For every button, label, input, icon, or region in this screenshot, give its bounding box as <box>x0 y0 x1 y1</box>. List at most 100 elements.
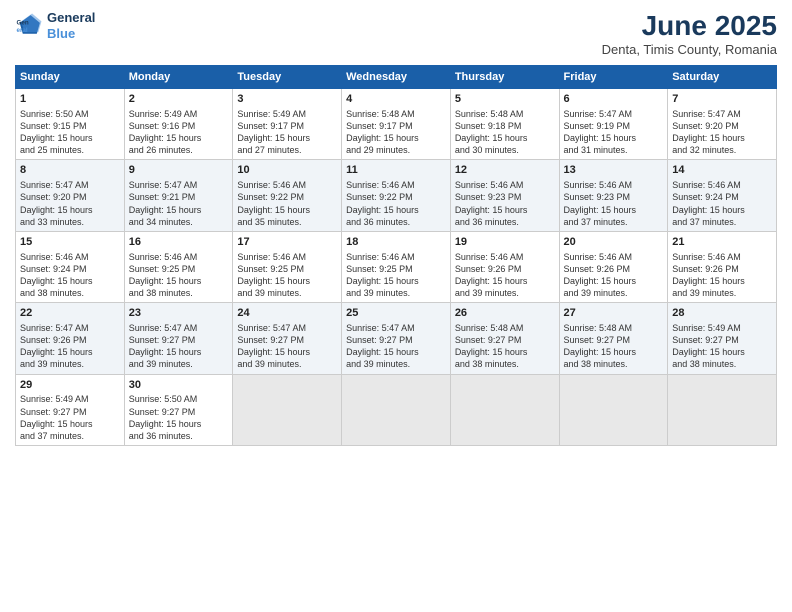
day-cell: 4Sunrise: 5:48 AMSunset: 9:17 PMDaylight… <box>342 89 451 160</box>
day-info-line: Sunrise: 5:46 AM <box>129 251 229 263</box>
day-number: 3 <box>237 92 337 107</box>
day-info-line: Sunset: 9:26 PM <box>564 263 664 275</box>
day-cell: 13Sunrise: 5:46 AMSunset: 9:23 PMDayligh… <box>559 160 668 231</box>
day-info-line: Daylight: 15 hours <box>129 275 229 287</box>
day-number: 24 <box>237 306 337 321</box>
day-info-line: and 39 minutes. <box>129 358 229 370</box>
day-number: 23 <box>129 306 229 321</box>
day-info-line: Sunrise: 5:47 AM <box>237 322 337 334</box>
day-info-line: and 36 minutes. <box>346 216 446 228</box>
day-info-line: Daylight: 15 hours <box>564 275 664 287</box>
day-info-line: Sunrise: 5:46 AM <box>237 251 337 263</box>
day-cell: 15Sunrise: 5:46 AMSunset: 9:24 PMDayligh… <box>16 231 125 302</box>
day-cell: 30Sunrise: 5:50 AMSunset: 9:27 PMDayligh… <box>124 374 233 445</box>
day-info-line: Sunrise: 5:47 AM <box>129 179 229 191</box>
day-info-line: Sunrise: 5:46 AM <box>237 179 337 191</box>
day-info-line: Sunset: 9:27 PM <box>129 334 229 346</box>
day-info-line: Sunset: 9:19 PM <box>564 120 664 132</box>
day-cell: 24Sunrise: 5:47 AMSunset: 9:27 PMDayligh… <box>233 303 342 374</box>
day-cell: 22Sunrise: 5:47 AMSunset: 9:26 PMDayligh… <box>16 303 125 374</box>
day-info-line: Daylight: 15 hours <box>129 346 229 358</box>
day-cell <box>668 374 777 445</box>
header-cell-friday: Friday <box>559 66 668 89</box>
day-info-line: Daylight: 15 hours <box>346 275 446 287</box>
day-info-line: Daylight: 15 hours <box>672 132 772 144</box>
day-info-line: Sunset: 9:17 PM <box>237 120 337 132</box>
day-info-line: Sunset: 9:25 PM <box>346 263 446 275</box>
day-info-line: Daylight: 15 hours <box>564 204 664 216</box>
day-number: 17 <box>237 235 337 250</box>
day-cell: 18Sunrise: 5:46 AMSunset: 9:25 PMDayligh… <box>342 231 451 302</box>
day-info-line: Sunset: 9:18 PM <box>455 120 555 132</box>
day-info-line: Daylight: 15 hours <box>672 275 772 287</box>
day-info-line: Sunset: 9:22 PM <box>237 191 337 203</box>
day-info-line: and 39 minutes. <box>455 287 555 299</box>
day-info-line: Sunrise: 5:47 AM <box>346 322 446 334</box>
day-cell: 16Sunrise: 5:46 AMSunset: 9:25 PMDayligh… <box>124 231 233 302</box>
day-info-line: Sunrise: 5:46 AM <box>672 251 772 263</box>
day-info-line: Sunset: 9:27 PM <box>672 334 772 346</box>
day-info-line: Sunset: 9:25 PM <box>129 263 229 275</box>
day-cell: 8Sunrise: 5:47 AMSunset: 9:20 PMDaylight… <box>16 160 125 231</box>
day-info-line: and 38 minutes. <box>455 358 555 370</box>
day-number: 27 <box>564 306 664 321</box>
header-cell-wednesday: Wednesday <box>342 66 451 89</box>
day-number: 1 <box>20 92 120 107</box>
day-cell <box>450 374 559 445</box>
day-info-line: and 34 minutes. <box>129 216 229 228</box>
day-info-line: Daylight: 15 hours <box>455 346 555 358</box>
day-number: 19 <box>455 235 555 250</box>
header-cell-thursday: Thursday <box>450 66 559 89</box>
day-info-line: Sunset: 9:26 PM <box>672 263 772 275</box>
day-info-line: and 35 minutes. <box>237 216 337 228</box>
day-info-line: Sunrise: 5:46 AM <box>564 251 664 263</box>
header-cell-tuesday: Tuesday <box>233 66 342 89</box>
day-info-line: Sunset: 9:27 PM <box>346 334 446 346</box>
week-row-1: 1Sunrise: 5:50 AMSunset: 9:15 PMDaylight… <box>16 89 777 160</box>
subtitle: Denta, Timis County, Romania <box>602 42 777 57</box>
day-cell: 7Sunrise: 5:47 AMSunset: 9:20 PMDaylight… <box>668 89 777 160</box>
week-row-2: 8Sunrise: 5:47 AMSunset: 9:20 PMDaylight… <box>16 160 777 231</box>
day-number: 14 <box>672 163 772 178</box>
day-cell: 21Sunrise: 5:46 AMSunset: 9:26 PMDayligh… <box>668 231 777 302</box>
day-number: 13 <box>564 163 664 178</box>
day-info-line: and 39 minutes. <box>672 287 772 299</box>
day-number: 30 <box>129 378 229 393</box>
day-info-line: and 27 minutes. <box>237 144 337 156</box>
day-number: 20 <box>564 235 664 250</box>
day-info-line: Sunrise: 5:47 AM <box>564 108 664 120</box>
day-cell: 9Sunrise: 5:47 AMSunset: 9:21 PMDaylight… <box>124 160 233 231</box>
header-cell-saturday: Saturday <box>668 66 777 89</box>
header-cell-sunday: Sunday <box>16 66 125 89</box>
day-info-line: and 39 minutes. <box>564 287 664 299</box>
day-number: 21 <box>672 235 772 250</box>
logo-text: GeneralBlue <box>47 10 95 41</box>
day-number: 26 <box>455 306 555 321</box>
day-info-line: Sunrise: 5:46 AM <box>455 179 555 191</box>
day-info-line: Sunset: 9:27 PM <box>564 334 664 346</box>
day-info-line: and 32 minutes. <box>672 144 772 156</box>
day-info-line: and 31 minutes. <box>564 144 664 156</box>
day-info-line: Sunset: 9:20 PM <box>20 191 120 203</box>
day-info-line: Sunrise: 5:46 AM <box>564 179 664 191</box>
day-info-line: Sunset: 9:27 PM <box>237 334 337 346</box>
day-info-line: Daylight: 15 hours <box>237 275 337 287</box>
day-number: 5 <box>455 92 555 107</box>
day-info-line: Sunrise: 5:48 AM <box>346 108 446 120</box>
day-info-line: and 39 minutes. <box>237 358 337 370</box>
day-info-line: and 36 minutes. <box>129 430 229 442</box>
day-cell: 23Sunrise: 5:47 AMSunset: 9:27 PMDayligh… <box>124 303 233 374</box>
day-info-line: Daylight: 15 hours <box>455 132 555 144</box>
day-info-line: Daylight: 15 hours <box>129 418 229 430</box>
day-info-line: Daylight: 15 hours <box>455 275 555 287</box>
day-info-line: Sunset: 9:24 PM <box>20 263 120 275</box>
day-info-line: Daylight: 15 hours <box>346 204 446 216</box>
week-row-4: 22Sunrise: 5:47 AMSunset: 9:26 PMDayligh… <box>16 303 777 374</box>
day-number: 9 <box>129 163 229 178</box>
day-info-line: Sunset: 9:20 PM <box>672 120 772 132</box>
week-row-5: 29Sunrise: 5:49 AMSunset: 9:27 PMDayligh… <box>16 374 777 445</box>
day-info-line: Sunrise: 5:48 AM <box>564 322 664 334</box>
day-info-line: Daylight: 15 hours <box>455 204 555 216</box>
day-info-line: and 25 minutes. <box>20 144 120 156</box>
day-info-line: Daylight: 15 hours <box>237 346 337 358</box>
